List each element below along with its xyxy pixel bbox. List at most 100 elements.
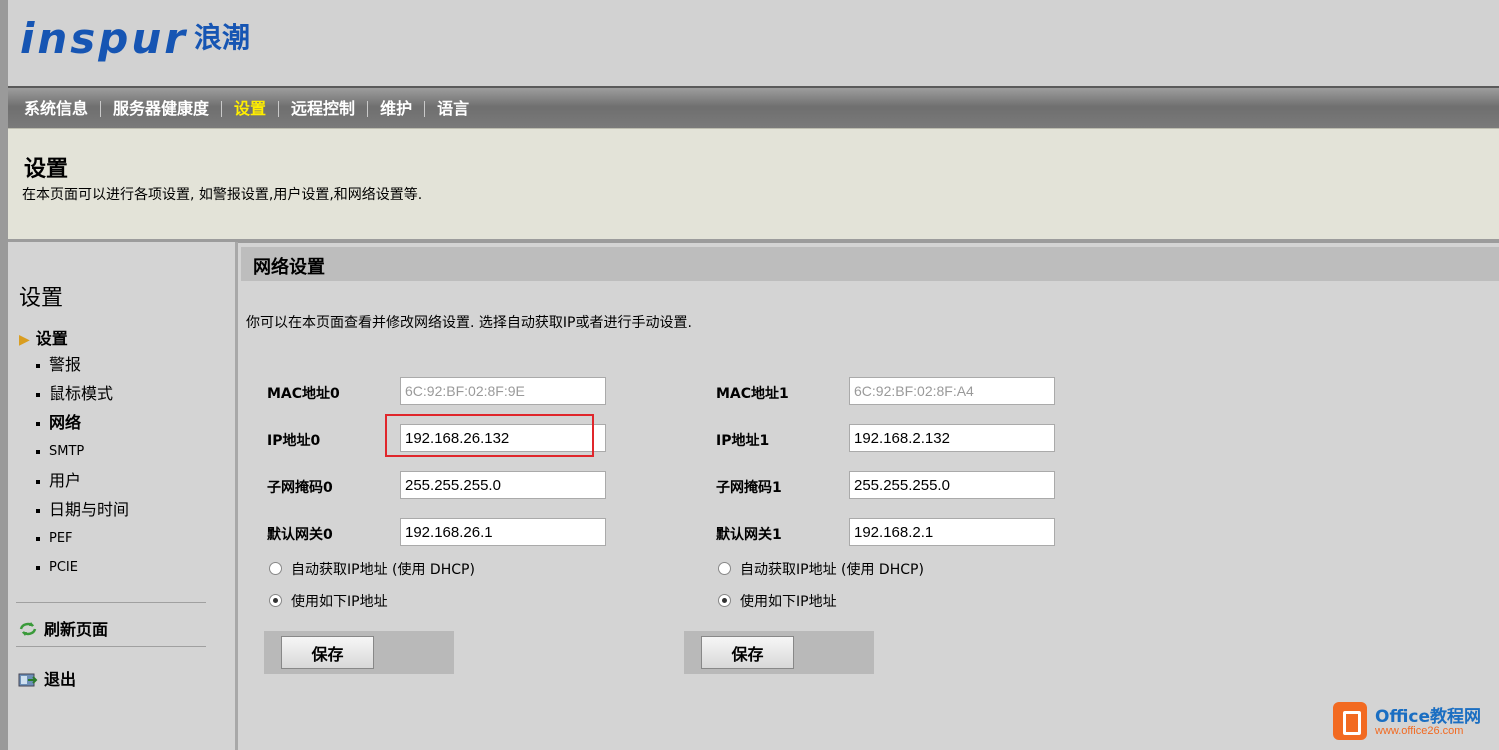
- interface-1-form: MAC地址1 IP地址1 子网掩码1 默认网关1 自动获取IP地址 (使用 DH…: [684, 377, 1156, 674]
- sidebar-divider: [16, 646, 206, 647]
- radio-button[interactable]: [269, 562, 282, 575]
- static-ip-radio-option[interactable]: 使用如下IP地址: [267, 591, 707, 623]
- page-description: 在本页面可以进行各项设置, 如警报设置,用户设置,和网络设置等.: [22, 187, 423, 203]
- top-navigation: 系统信息 服务器健康度 设置 远程控制 维护 语言: [8, 86, 1499, 130]
- mac-field: [849, 377, 1055, 405]
- gateway-field[interactable]: [849, 518, 1055, 546]
- bullet-icon: [36, 363, 40, 368]
- mask-row: 子网掩码1: [716, 471, 1156, 518]
- sidebar: 设置 ▶ 设置 警报 鼠标模式 网络 SMTP 用户 日期与时间 PEF PCIE…: [8, 242, 238, 750]
- dhcp-radio-option[interactable]: 自动获取IP地址 (使用 DHCP): [716, 559, 1156, 591]
- sidebar-item-pcie[interactable]: PCIE: [36, 553, 129, 582]
- radio-button-selected[interactable]: [269, 594, 282, 607]
- main-content: 网络设置 你可以在本页面查看并修改网络设置. 选择自动获取IP或者进行手动设置.…: [238, 242, 1499, 750]
- logo-brand-text: inspur: [20, 14, 188, 63]
- sidebar-item-network[interactable]: 网络: [36, 408, 129, 437]
- static-ip-label: 使用如下IP地址: [291, 594, 388, 610]
- site-watermark: Office教程网 www.office26.com: [1333, 700, 1499, 750]
- logout-label: 退出: [44, 670, 77, 689]
- gateway-label: 默认网关0: [267, 527, 333, 543]
- header: inspur 浪潮: [8, 0, 1499, 86]
- dhcp-label: 自动获取IP地址 (使用 DHCP): [291, 562, 475, 578]
- mask-label: 子网掩码1: [716, 480, 782, 496]
- save-bar: 保存: [684, 631, 874, 674]
- sidebar-item-mouse-mode[interactable]: 鼠标模式: [36, 379, 129, 408]
- sidebar-item-label: PEF: [49, 531, 73, 546]
- sidebar-divider: [16, 602, 206, 603]
- refresh-page-link[interactable]: 刷新页面: [18, 616, 108, 640]
- ip-label: IP地址1: [716, 433, 770, 449]
- inspur-logo: inspur 浪潮: [20, 14, 250, 63]
- sidebar-item-label: 警报: [49, 355, 82, 374]
- triangle-right-icon: ▶: [19, 332, 30, 348]
- gateway-label: 默认网关1: [716, 527, 782, 543]
- sidebar-item-alerts[interactable]: 警报: [36, 350, 129, 379]
- ip-row: IP地址1: [716, 424, 1156, 471]
- nav-server-health[interactable]: 服务器健康度: [100, 101, 221, 117]
- sidebar-item-label: 网络: [49, 413, 82, 432]
- office-logo-icon: [1333, 702, 1367, 740]
- sidebar-item-label: 用户: [49, 471, 82, 490]
- bullet-icon: [36, 565, 40, 570]
- logout-icon: [18, 673, 38, 687]
- section-description: 你可以在本页面查看并修改网络设置. 选择自动获取IP或者进行手动设置.: [246, 315, 692, 331]
- ip-label: IP地址0: [267, 433, 321, 449]
- bullet-icon: [36, 421, 40, 426]
- bullet-icon: [36, 479, 40, 484]
- page-banner: 设置 在本页面可以进行各项设置, 如警报设置,用户设置,和网络设置等.: [8, 128, 1499, 243]
- sidebar-item-users[interactable]: 用户: [36, 466, 129, 495]
- bullet-icon: [36, 449, 40, 454]
- bullet-icon: [36, 508, 40, 513]
- window-left-border: [0, 0, 8, 750]
- section-title: 网络设置: [253, 257, 325, 278]
- page-title: 设置: [24, 157, 69, 182]
- save-button[interactable]: 保存: [701, 636, 794, 669]
- mask-label: 子网掩码0: [267, 480, 333, 496]
- mask-row: 子网掩码0: [267, 471, 707, 518]
- sidebar-item-label: PCIE: [49, 560, 78, 575]
- sidebar-item-settings[interactable]: ▶ 设置: [19, 325, 68, 349]
- sidebar-item-date-time[interactable]: 日期与时间: [36, 495, 129, 524]
- save-button[interactable]: 保存: [281, 636, 374, 669]
- nav-language[interactable]: 语言: [424, 101, 481, 117]
- sidebar-item-smtp[interactable]: SMTP: [36, 437, 129, 466]
- gateway-field[interactable]: [400, 518, 606, 546]
- mac-field: [400, 377, 606, 405]
- radio-button-selected[interactable]: [718, 594, 731, 607]
- nav-system-info[interactable]: 系统信息: [22, 101, 100, 117]
- sidebar-item-label: 设置: [35, 329, 68, 348]
- ip-field[interactable]: [849, 424, 1055, 452]
- static-ip-radio-option[interactable]: 使用如下IP地址: [716, 591, 1156, 623]
- sidebar-item-label: 日期与时间: [49, 500, 130, 519]
- subnet-mask-field[interactable]: [400, 471, 606, 499]
- sidebar-item-pef[interactable]: PEF: [36, 524, 129, 553]
- nav-maintenance[interactable]: 维护: [367, 101, 424, 117]
- highlight-annotation-box: [385, 414, 594, 457]
- section-header: 网络设置: [241, 247, 1499, 281]
- subnet-mask-field[interactable]: [849, 471, 1055, 499]
- mac-row: MAC地址1: [716, 377, 1156, 424]
- nav-remote-control[interactable]: 远程控制: [278, 101, 367, 117]
- watermark-url: www.office26.com: [1375, 725, 1464, 737]
- radio-button[interactable]: [718, 562, 731, 575]
- static-ip-label: 使用如下IP地址: [740, 594, 837, 610]
- dhcp-radio-option[interactable]: 自动获取IP地址 (使用 DHCP): [267, 559, 707, 591]
- mac-label: MAC地址0: [267, 386, 340, 402]
- gateway-row: 默认网关1: [716, 518, 1156, 565]
- bmc-settings-page: inspur 浪潮 系统信息 服务器健康度 设置 远程控制 维护 语言 设置 在本…: [0, 0, 1499, 750]
- sidebar-item-label: SMTP: [49, 444, 85, 459]
- save-bar: 保存: [264, 631, 454, 674]
- bullet-icon: [36, 536, 40, 541]
- mac-label: MAC地址1: [716, 386, 789, 402]
- logout-link[interactable]: 退出: [18, 666, 76, 690]
- nav-settings[interactable]: 设置: [221, 101, 278, 117]
- watermark-title: Office教程网: [1375, 707, 1482, 727]
- sidebar-item-label: 鼠标模式: [49, 384, 114, 403]
- gateway-row: 默认网关0: [267, 518, 707, 565]
- logo-cn-text: 浪潮: [193, 21, 250, 54]
- sidebar-title: 设置: [19, 286, 64, 311]
- refresh-label: 刷新页面: [44, 620, 109, 639]
- refresh-icon: [19, 622, 37, 636]
- bullet-icon: [36, 392, 40, 397]
- dhcp-label: 自动获取IP地址 (使用 DHCP): [740, 562, 924, 578]
